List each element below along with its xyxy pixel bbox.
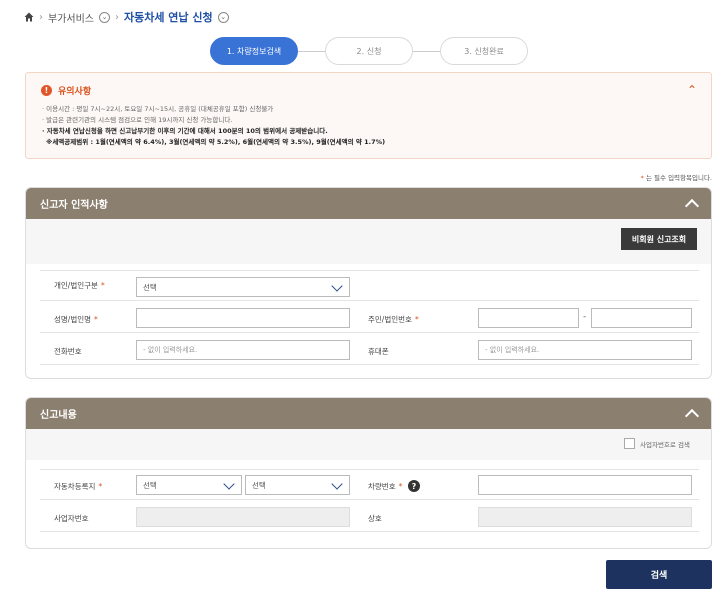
region-select-1[interactable]: 선택: [136, 475, 242, 495]
panel-toolbar: 비회원 신고조회: [26, 219, 711, 264]
notice-list: · 이용시간 : 평일 7시~22시, 토요일 7시~15시, 공휴일 (대체공…: [42, 104, 385, 148]
notice-line: · 자동차세 연납신청을 하면 신고납부기한 이후의 기간에 대해서 100분의…: [42, 127, 328, 135]
panel-header[interactable]: 신고자 인적사항: [26, 188, 711, 219]
plate-number-label: 차량번호 *: [368, 482, 403, 491]
person-type-label: 개인/법인구분 *: [54, 281, 105, 290]
panel-title: 신고자 인적사항: [40, 200, 108, 211]
notice-line: ※세액공제범위 : 1월(연세액의 약 6.4%), 3월(연세액의 약 5.2…: [46, 138, 386, 146]
alert-icon: !: [41, 85, 52, 96]
step-indicator: 1. 차량정보검색 2. 신청 3. 신청완료: [210, 37, 528, 65]
notice-box: ! 유의사항 ⌃ · 이용시간 : 평일 7시~22시, 토요일 7시~15시,…: [25, 72, 712, 159]
chevron-up-icon[interactable]: ⌃: [687, 83, 697, 97]
help-icon[interactable]: ?: [408, 480, 420, 492]
name-label: 성명/법인명 *: [54, 315, 98, 324]
phone-label: 전화번호: [54, 347, 82, 356]
company-name-input: [478, 507, 692, 527]
panel-toolbar: 사업자번호로 검색: [26, 429, 711, 460]
chevron-down-icon[interactable]: ⌄: [217, 11, 229, 23]
breadcrumb-level1[interactable]: 부가서비스: [48, 10, 94, 25]
chevron-up-icon[interactable]: [684, 198, 700, 214]
chevron-up-icon[interactable]: [684, 408, 700, 424]
breadcrumb-current[interactable]: 자동차세 연납 신청: [124, 9, 213, 25]
company-name-label: 상호: [368, 514, 382, 523]
breadcrumb: › 부가서비스 ⌄ › 자동차세 연납 신청 ⌄: [24, 9, 229, 25]
step-connector: [413, 51, 440, 52]
reporter-info-panel: 신고자 인적사항 비회원 신고조회 개인/법인구분 * 선택 성명/법인명 * 주민…: [25, 187, 712, 379]
search-button[interactable]: 검색: [606, 560, 712, 589]
mobile-label: 휴대폰: [368, 347, 389, 356]
notice-line: · 발급은 관련기관의 시스템 점검으로 인해 19시까지 신청 가능합니다.: [42, 116, 233, 124]
region-label: 자동차등록지 *: [54, 482, 103, 491]
notice-line: · 이용시간 : 평일 7시~22시, 토요일 7시~15시, 공휴일 (대체공…: [42, 105, 274, 113]
phone-input[interactable]: - 없이 입력하세요.: [136, 340, 350, 360]
id-number-input-1[interactable]: [478, 308, 579, 328]
person-type-select[interactable]: 선택: [136, 277, 350, 297]
name-input[interactable]: [136, 308, 350, 328]
chevron-down-icon: [331, 478, 343, 490]
home-icon[interactable]: [24, 12, 34, 22]
step-3: 3. 신청완료: [440, 37, 528, 65]
chevron-right-icon: ›: [115, 11, 119, 23]
biz-number-search-checkbox[interactable]: 사업자번호로 검색: [624, 438, 690, 449]
id-number-input-2[interactable]: [591, 308, 692, 328]
notice-title: ! 유의사항: [41, 84, 91, 97]
select-value: 선택: [252, 480, 266, 490]
panel-title: 신고내용: [40, 410, 77, 421]
notice-title-text: 유의사항: [58, 87, 92, 97]
nonmember-inquiry-button[interactable]: 비회원 신고조회: [621, 228, 697, 250]
required-star: *: [640, 174, 644, 182]
chevron-down-icon[interactable]: ⌄: [99, 11, 110, 23]
plate-number-input[interactable]: [478, 475, 692, 495]
chevron-down-icon: [331, 280, 343, 292]
chevron-down-icon: [223, 478, 235, 490]
select-value: 선택: [143, 480, 157, 490]
step-1: 1. 차량정보검색: [210, 37, 298, 65]
checkbox-box[interactable]: [624, 438, 635, 449]
required-note: * 는 필수 입력항목입니다.: [641, 172, 712, 182]
select-value: 선택: [143, 282, 157, 292]
region-select-2[interactable]: 선택: [245, 475, 350, 495]
biz-number-label: 사업자번호: [54, 514, 89, 523]
required-note-text: 는 필수 입력항목입니다.: [646, 174, 712, 182]
report-content-panel: 신고내용 사업자번호로 검색 자동차등록지 * 선택 선택 차량번호 * ? 사업자…: [25, 397, 712, 549]
id-number-label: 주민/법인번호 *: [368, 315, 419, 324]
step-connector: [298, 51, 325, 52]
step-2: 2. 신청: [325, 37, 413, 65]
biz-number-input: [136, 507, 350, 527]
panel-header[interactable]: 신고내용: [26, 398, 711, 429]
mobile-input[interactable]: - 없이 입력하세요.: [478, 340, 692, 360]
checkbox-label: 사업자번호로 검색: [640, 440, 690, 449]
chevron-right-icon: ›: [39, 11, 43, 23]
dash-separator: -: [583, 312, 587, 322]
